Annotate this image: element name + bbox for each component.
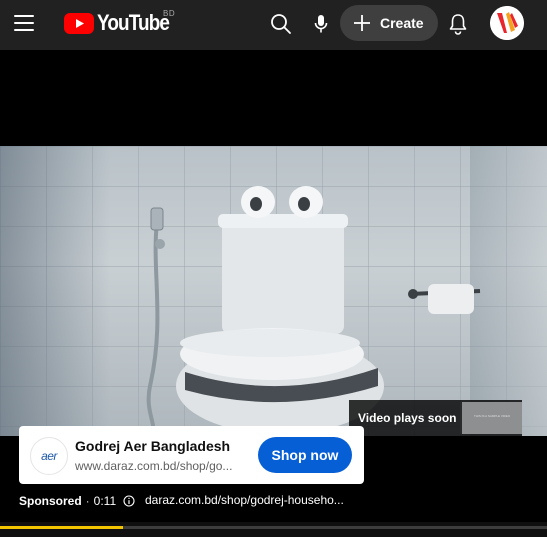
video-plays-soon-label: Video plays soon: [358, 411, 457, 425]
notifications-button[interactable]: [445, 10, 471, 38]
ad-time: 0:11: [93, 494, 117, 508]
advertiser-logo[interactable]: aer: [30, 437, 68, 475]
info-icon[interactable]: [123, 495, 135, 507]
ad-progress-bar[interactable]: [0, 526, 547, 529]
ad-info-bar: Sponsored · 0:11: [19, 493, 135, 509]
voice-search-button[interactable]: [309, 11, 333, 37]
advertiser-logo-text: aer: [41, 449, 57, 463]
create-label: Create: [380, 15, 424, 31]
search-icon: [271, 14, 291, 34]
logo-wordmark: YouTube: [97, 10, 170, 35]
video-plays-soon-overlay[interactable]: Video plays soon THIS IS A SAMPLE VIDEO: [349, 400, 522, 436]
menu-button[interactable]: [14, 14, 36, 32]
advertiser-name[interactable]: Godrej Aer Bangladesh: [75, 438, 230, 454]
youtube-logo-icon: [64, 12, 94, 34]
microphone-icon: [314, 15, 328, 33]
separator: ·: [85, 494, 90, 508]
top-bar: YouTube BD Create: [0, 0, 547, 50]
ad-progress-fill: [0, 526, 124, 529]
ad-display-url[interactable]: www.daraz.com.bd/shop/go...: [75, 459, 245, 473]
shop-now-button[interactable]: Shop now: [258, 437, 352, 473]
upcoming-video-thumbnail: THIS IS A SAMPLE VIDEO: [460, 402, 522, 434]
sponsored-label: Sponsored: [19, 494, 82, 508]
avatar-image: [490, 6, 524, 40]
search-button[interactable]: [268, 11, 294, 37]
country-code: BD: [163, 9, 176, 18]
create-button[interactable]: Create: [340, 5, 438, 41]
upcoming-video-caption: THIS IS A SAMPLE VIDEO: [474, 414, 511, 418]
plus-icon: [352, 13, 372, 33]
ad-destination-link[interactable]: daraz.com.bd/shop/godrej-househo...: [145, 493, 344, 507]
bell-icon: [449, 14, 467, 35]
video-frame[interactable]: [0, 146, 547, 436]
avatar[interactable]: [490, 6, 524, 40]
bathroom-scene: [146, 186, 481, 436]
ad-card[interactable]: aer Godrej Aer Bangladesh www.daraz.com.…: [19, 426, 364, 484]
